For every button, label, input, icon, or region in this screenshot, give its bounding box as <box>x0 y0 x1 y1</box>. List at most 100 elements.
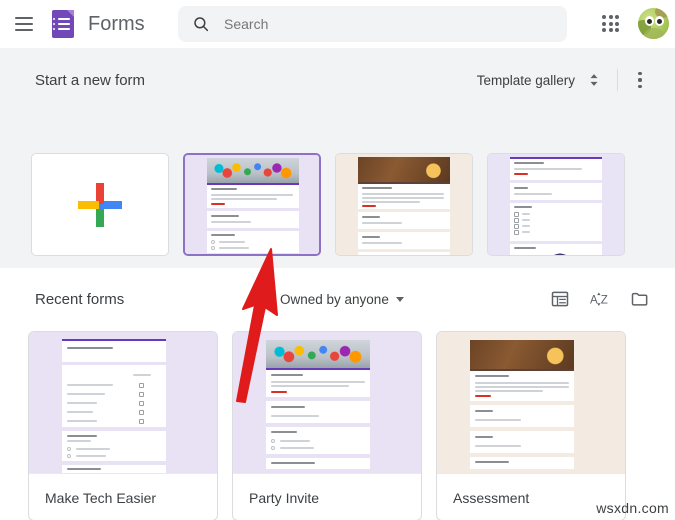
search-icon <box>194 17 209 32</box>
radio-option <box>211 240 215 244</box>
option-label-line <box>522 219 530 221</box>
recent-card-make-tech-easier[interactable]: Make Tech Easier <box>28 331 218 520</box>
hamburger-line <box>15 23 33 25</box>
question-sub-line <box>67 440 91 442</box>
chevron-up-down-icon[interactable] <box>583 69 605 91</box>
recent-card-title: Make Tech Easier <box>45 490 157 506</box>
form-card <box>358 212 450 229</box>
more-options-kebab-icon[interactable] <box>630 69 650 91</box>
question-line <box>475 436 493 438</box>
form-accent-bar <box>510 157 602 159</box>
hamburger-menu-icon[interactable] <box>10 10 38 38</box>
owner-filter-dropdown[interactable]: Owned by anyone <box>280 292 404 307</box>
form-card <box>470 405 574 427</box>
form-title-line <box>514 162 544 164</box>
form-card <box>510 183 602 200</box>
recent-card-party-invite[interactable]: Party Invite <box>232 331 422 520</box>
kebab-dot <box>638 72 642 76</box>
form-card <box>470 431 574 453</box>
grid-checkbox <box>139 419 144 424</box>
grid-dot <box>615 28 620 33</box>
thumbnail-canvas <box>437 332 625 473</box>
desk-photo <box>358 157 450 182</box>
form-accent-bar <box>358 182 450 184</box>
template-gallery-label[interactable]: Template gallery <box>477 73 575 88</box>
question-line <box>514 247 536 249</box>
plus-bar <box>78 200 99 209</box>
app-header: Forms <box>0 0 675 48</box>
question-line <box>362 236 380 238</box>
google-apps-grid-icon[interactable] <box>600 13 622 35</box>
google-forms-home-page: Forms Start a new form Template gal <box>0 0 675 520</box>
form-text-line <box>271 385 349 387</box>
template-card-blank[interactable] <box>31 153 169 256</box>
form-accent-bar <box>62 339 166 341</box>
search-input[interactable] <box>224 7 554 41</box>
owner-filter-label: Owned by anyone <box>280 291 389 307</box>
option-label-line <box>219 247 249 249</box>
question-line <box>271 406 305 408</box>
grid-checkbox <box>139 392 144 397</box>
question-line <box>514 187 528 189</box>
list-view-icon[interactable] <box>550 289 570 309</box>
answer-line <box>362 222 402 224</box>
open-file-picker-folder-icon[interactable] <box>630 289 650 309</box>
search-bar[interactable] <box>178 6 567 42</box>
recent-card-title: Assessment <box>453 490 530 506</box>
grid-row-label <box>67 420 97 422</box>
thumbnail-canvas <box>29 332 217 473</box>
template-card-party-invite[interactable] <box>183 153 321 256</box>
recent-card-assessment[interactable]: Assessment <box>436 331 626 520</box>
desk-photo <box>470 340 574 369</box>
question-line <box>67 435 97 437</box>
form-text-line <box>475 390 543 392</box>
form-text-line <box>211 198 277 200</box>
template-card-t-shirt-sign-up[interactable] <box>487 153 625 256</box>
recent-card-footer: Make Tech Easier <box>29 473 217 520</box>
grid-dot <box>602 28 606 33</box>
form-card <box>358 232 450 249</box>
recent-thumbnail-assessment <box>437 332 625 473</box>
template-card-assessment[interactable] <box>335 153 473 256</box>
form-accent-bar <box>266 368 370 370</box>
form-title-line <box>475 375 509 377</box>
grid-column-header <box>133 374 151 376</box>
question-line <box>211 215 239 217</box>
thumbnail-canvas <box>233 332 421 473</box>
balloons-image <box>207 158 299 183</box>
balloons-image <box>266 340 370 368</box>
google-forms-logo-icon[interactable] <box>52 10 74 38</box>
answer-line <box>271 415 319 417</box>
grid-dot <box>602 15 606 19</box>
grid-dot <box>615 15 620 19</box>
radio-option <box>67 454 71 458</box>
answer-line <box>362 242 402 244</box>
user-avatar[interactable] <box>638 8 669 39</box>
form-card <box>207 211 299 228</box>
avatar-blotch <box>644 28 664 39</box>
radio-option <box>67 447 71 451</box>
grid-row-label <box>67 411 93 413</box>
required-note-line <box>211 203 225 205</box>
checkbox-option <box>514 230 519 235</box>
grid-dot <box>608 28 613 33</box>
template-thumbnail-party-invite <box>185 155 319 254</box>
recent-forms-section: Recent forms Owned by anyone A Z Make Te… <box>0 268 675 520</box>
recent-view-actions: A Z <box>550 289 650 309</box>
template-thumbnail-t-shirt-sign-up <box>488 154 624 255</box>
form-text-line <box>475 386 569 388</box>
form-title-line <box>362 187 392 189</box>
sort-az-icon[interactable]: A Z <box>590 289 610 309</box>
option-label-line <box>76 448 110 450</box>
form-title-line <box>211 188 237 190</box>
svg-text:Z: Z <box>601 295 608 307</box>
recent-card-footer: Party Invite <box>233 473 421 520</box>
app-title: Forms <box>88 12 145 35</box>
answer-line <box>211 221 251 223</box>
start-new-form-title: Start a new form <box>35 71 146 89</box>
answer-line <box>475 445 521 447</box>
question-line <box>271 462 315 464</box>
blank-form-plus-icon <box>76 181 124 229</box>
checkbox-option <box>514 212 519 217</box>
required-note-line <box>271 391 287 393</box>
